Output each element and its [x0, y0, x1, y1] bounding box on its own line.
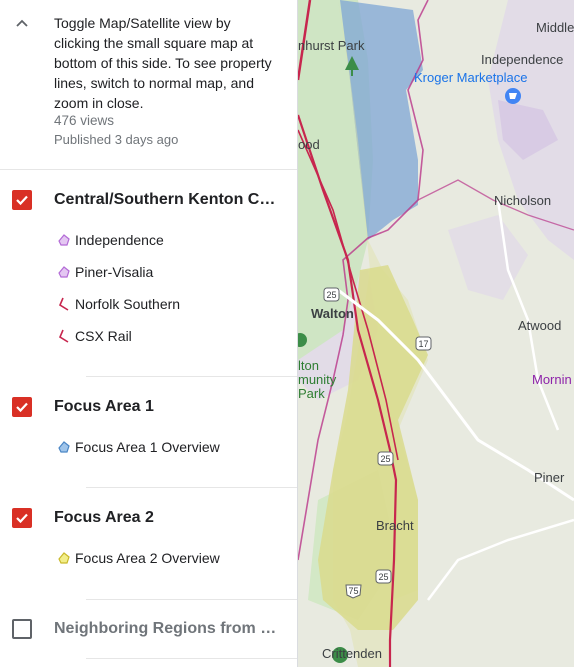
layer-title-focus-area-1[interactable]: Focus Area 1: [54, 398, 279, 416]
map-svg: 25 17 25 25 75: [298, 0, 574, 667]
legend-item-csx-rail[interactable]: CSX Rail: [56, 326, 132, 346]
map-label-atwood: Atwood: [518, 318, 562, 333]
map-label-hurst-park: nhurst Park: [298, 38, 365, 53]
polygon-icon: [58, 266, 70, 278]
layer-checkbox-neighboring-regions[interactable]: [12, 619, 32, 639]
map-label-nicholson: Nicholson: [494, 193, 552, 208]
legend-item-piner-visalia[interactable]: Piner-Visalia: [56, 262, 153, 282]
layer-checkbox-focus-area-1[interactable]: [12, 397, 32, 417]
map-label-piner: Piner: [534, 470, 565, 485]
polygon-icon: [58, 234, 70, 246]
layer-checkbox-central-southern[interactable]: [12, 190, 32, 210]
map-label-bracht: Bracht: [376, 518, 414, 533]
map-label-morning: Mornin: [532, 372, 572, 387]
divider: [86, 376, 297, 377]
route-shield-75: 75: [348, 586, 358, 596]
legend-item-norfolk-southern[interactable]: Norfolk Southern: [56, 294, 180, 314]
map-label-walton: Walton: [311, 306, 354, 321]
map-label-lton: lton: [298, 358, 319, 373]
route-shield-25a: 25: [326, 290, 336, 300]
polygon-icon: [58, 552, 70, 564]
line-icon: [58, 329, 69, 343]
route-shield-25c: 25: [378, 572, 388, 582]
view-count: 476 views: [54, 113, 115, 128]
map-label-crittenden: Crittenden: [322, 646, 382, 661]
layer-checkbox-focus-area-2[interactable]: [12, 508, 32, 528]
map-label-kroger: Kroger Marketplace: [414, 70, 528, 85]
map-label-independence: Independence: [481, 52, 564, 67]
app-root: Toggle Map/Satellite view by clicking th…: [0, 0, 574, 667]
map-label-park: Park: [298, 386, 325, 401]
legend-item-focus-area-2-overview[interactable]: Focus Area 2 Overview: [56, 548, 220, 568]
collapse-chevron-icon[interactable]: [12, 14, 32, 34]
layer-title-focus-area-2[interactable]: Focus Area 2: [54, 509, 279, 527]
map-label-munity: munity: [298, 372, 337, 387]
map-label-middle: Middle: [536, 20, 574, 35]
route-shield-25b: 25: [380, 454, 390, 464]
layer-title-neighboring-regions[interactable]: Neighboring Regions from Central/Souther…: [54, 620, 279, 638]
map-description: Toggle Map/Satellite view by clicking th…: [0, 0, 297, 170]
published-date: Published 3 days ago: [54, 132, 179, 147]
legend-item-independence[interactable]: Independence: [56, 230, 164, 250]
divider: [86, 599, 297, 600]
map-canvas[interactable]: 25 17 25 25 75 Middle Independence Kroge…: [298, 0, 574, 667]
map-label-ood: ood: [298, 137, 320, 152]
line-icon: [58, 297, 69, 311]
divider: [86, 658, 297, 659]
divider: [86, 487, 297, 488]
layer-title-central-southern[interactable]: Central/Southern Kenton County: [54, 191, 279, 209]
polygon-icon: [58, 441, 70, 453]
route-shield-17: 17: [418, 339, 428, 349]
legend-panel: Toggle Map/Satellite view by clicking th…: [0, 0, 298, 667]
description-text: Toggle Map/Satellite view by clicking th…: [54, 15, 272, 111]
legend-item-focus-area-1-overview[interactable]: Focus Area 1 Overview: [56, 437, 220, 457]
